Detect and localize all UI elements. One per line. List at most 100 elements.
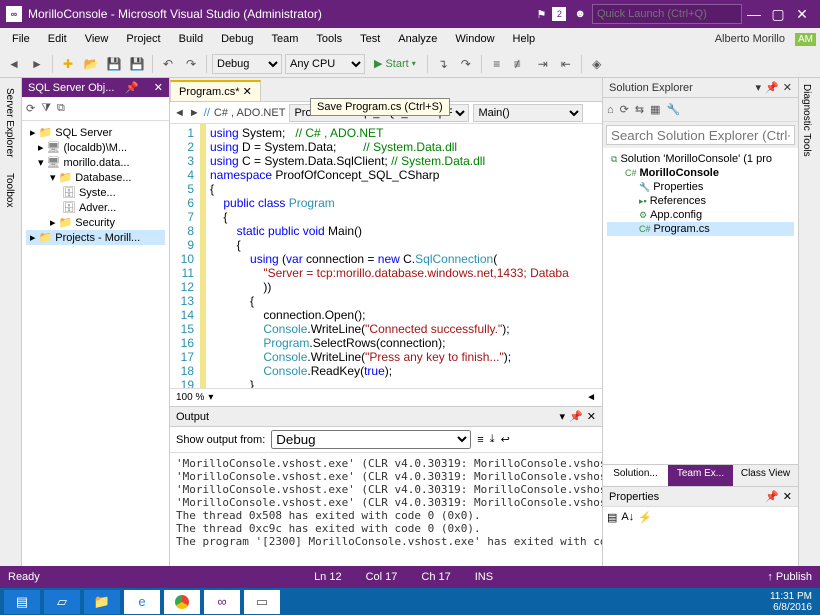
undo-button[interactable]: ↶: [158, 54, 178, 74]
nav-member-select[interactable]: Main(): [473, 104, 583, 122]
code-editor[interactable]: 12345678910111213141516171819202122 usin…: [170, 124, 602, 388]
se-close-icon[interactable]: ✕: [783, 81, 792, 94]
solution-tree[interactable]: ⧉ Solution 'MorilloConsole' (1 proC# Mor…: [603, 148, 798, 464]
server-explorer-tab[interactable]: Server Explorer: [2, 84, 19, 161]
tab-class-view[interactable]: Class View: [733, 465, 798, 486]
sql-tree-node[interactable]: ▸ 📁 SQL Server: [26, 125, 165, 140]
menu-build[interactable]: Build: [171, 31, 211, 47]
tab-team-explorer[interactable]: Team Ex...: [668, 465, 733, 486]
se-showall-icon[interactable]: ▦: [650, 103, 660, 116]
indent-icon[interactable]: ⇥: [533, 54, 553, 74]
code-content[interactable]: using System; // C# , ADO.NETusing D = S…: [206, 124, 602, 388]
menu-test[interactable]: Test: [352, 31, 388, 47]
publish-button[interactable]: ↑ Publish: [767, 571, 812, 583]
open-button[interactable]: 📂: [81, 54, 101, 74]
nav-fwd-icon[interactable]: ►: [189, 107, 200, 119]
prop-events-icon[interactable]: ⚡: [638, 511, 652, 562]
outdent-icon[interactable]: ⇤: [556, 54, 576, 74]
solution-tree-node[interactable]: ⧉ Solution 'MorilloConsole' (1 pro: [607, 152, 794, 166]
new-project-button[interactable]: ✚: [58, 54, 78, 74]
platform-select[interactable]: Any CPU: [285, 54, 365, 74]
close-panel-icon[interactable]: ✕: [154, 81, 163, 94]
maximize-button[interactable]: ▢: [766, 6, 790, 23]
solution-tree-node[interactable]: ▸▪ References: [607, 194, 794, 208]
comment-icon[interactable]: ≡: [487, 54, 507, 74]
config-select[interactable]: Debug: [212, 54, 282, 74]
tab-program-cs[interactable]: Program.cs* ✕: [170, 80, 261, 101]
start-menu-button[interactable]: ▤: [4, 590, 40, 614]
menu-file[interactable]: File: [4, 31, 38, 47]
menu-project[interactable]: Project: [118, 31, 168, 47]
menu-debug[interactable]: Debug: [213, 31, 261, 47]
quick-launch-input[interactable]: [592, 4, 742, 24]
sql-tree-node[interactable]: ▾ 📁 Database...: [26, 170, 165, 185]
taskbar-chrome-icon[interactable]: [164, 590, 200, 614]
user-avatar[interactable]: AM: [795, 33, 816, 46]
sql-tree[interactable]: ▸ 📁 SQL Server▸ 🖥 (localdb)\M...▾ 🖥 mori…: [22, 121, 169, 566]
solution-tree-node[interactable]: C# MorilloConsole: [607, 166, 794, 180]
menu-tools[interactable]: Tools: [308, 31, 350, 47]
output-source-select[interactable]: Debug: [271, 430, 471, 449]
save-all-button[interactable]: 💾: [127, 54, 147, 74]
se-properties-icon[interactable]: 🔧: [667, 103, 681, 116]
prop-az-icon[interactable]: A↓: [621, 511, 634, 562]
se-home-icon[interactable]: ⌂: [607, 104, 614, 116]
menu-view[interactable]: View: [77, 31, 117, 47]
solution-tree-node[interactable]: 🔧 Properties: [607, 180, 794, 194]
nav-back-icon[interactable]: ◄: [174, 107, 185, 119]
sql-tree-node[interactable]: ▸ 🖥 (localdb)\M...: [26, 140, 165, 155]
sql-tree-node[interactable]: ▸ 📁 Projects - Morill...: [26, 230, 165, 245]
sql-tree-node[interactable]: ▾ 🖥 morillo.data...: [26, 155, 165, 170]
sql-tree-node[interactable]: 🗄 Adver...: [26, 200, 165, 215]
se-sync-icon[interactable]: ⇆: [635, 103, 644, 116]
prop-cat-icon[interactable]: ▤: [607, 511, 617, 562]
taskbar-clock[interactable]: 11:31 PM6/8/2016: [770, 591, 816, 613]
se-search-input[interactable]: [606, 125, 795, 145]
forward-button[interactable]: ►: [27, 54, 47, 74]
toolbox-tab[interactable]: Toolbox: [2, 169, 19, 211]
zoom-value[interactable]: 100 %: [176, 392, 204, 403]
start-button[interactable]: ▶Start▾: [368, 57, 422, 70]
output-text[interactable]: 'MorilloConsole.vshost.exe' (CLR v4.0.30…: [170, 453, 602, 566]
filter-icon[interactable]: ⧩: [41, 102, 51, 115]
prop-pin-icon[interactable]: 📌: [765, 490, 779, 503]
user-name[interactable]: Alberto Morillo: [715, 33, 789, 45]
step-into-icon[interactable]: ↴: [433, 54, 453, 74]
se-pin-icon[interactable]: 📌: [765, 81, 779, 94]
taskbar-vs-icon[interactable]: ∞: [204, 590, 240, 614]
refresh-icon[interactable]: ⟳: [26, 102, 35, 115]
output-wrap-icon[interactable]: ↩: [501, 433, 510, 446]
taskbar-explorer-icon[interactable]: 📁: [84, 590, 120, 614]
solution-tree-node[interactable]: ⚙ App.config: [607, 208, 794, 222]
output-clear-icon[interactable]: ≡: [477, 434, 483, 446]
menu-window[interactable]: Window: [447, 31, 502, 47]
menu-team[interactable]: Team: [264, 31, 307, 47]
save-button[interactable]: 💾: [104, 54, 124, 74]
flag-icon[interactable]: ⚑: [537, 8, 547, 21]
feedback-icon[interactable]: ☻: [574, 8, 586, 20]
hscroll-left-icon[interactable]: ◄: [586, 392, 596, 403]
minimize-button[interactable]: —: [742, 6, 766, 22]
tab-close-icon[interactable]: ✕: [243, 86, 252, 98]
tab-solution[interactable]: Solution...: [603, 465, 668, 486]
taskbar-ie-icon[interactable]: e: [124, 590, 160, 614]
menu-edit[interactable]: Edit: [40, 31, 75, 47]
close-button[interactable]: ✕: [790, 6, 814, 23]
output-pin-icon[interactable]: 📌: [569, 410, 583, 423]
solution-tree-node[interactable]: C# Program.cs: [607, 222, 794, 236]
bookmark-icon[interactable]: ◈: [587, 54, 607, 74]
se-refresh-icon[interactable]: ⟳: [620, 103, 629, 116]
diagnostic-tools-tab[interactable]: Diagnostic Tools: [801, 84, 812, 560]
output-close-icon[interactable]: ✕: [587, 410, 596, 423]
taskbar-powershell-icon[interactable]: ▱: [44, 590, 80, 614]
sql-tree-node[interactable]: ▸ 📁 Security: [26, 215, 165, 230]
step-over-icon[interactable]: ↷: [456, 54, 476, 74]
output-toggle-icon[interactable]: ⤓: [490, 433, 495, 446]
notification-badge[interactable]: 2: [552, 7, 566, 21]
taskbar-notepad-icon[interactable]: ▭: [244, 590, 280, 614]
menu-help[interactable]: Help: [505, 31, 544, 47]
pin-icon[interactable]: 📌: [125, 81, 139, 94]
back-button[interactable]: ◄: [4, 54, 24, 74]
output-dropdown-icon[interactable]: ▾: [560, 410, 566, 423]
redo-button[interactable]: ↷: [181, 54, 201, 74]
